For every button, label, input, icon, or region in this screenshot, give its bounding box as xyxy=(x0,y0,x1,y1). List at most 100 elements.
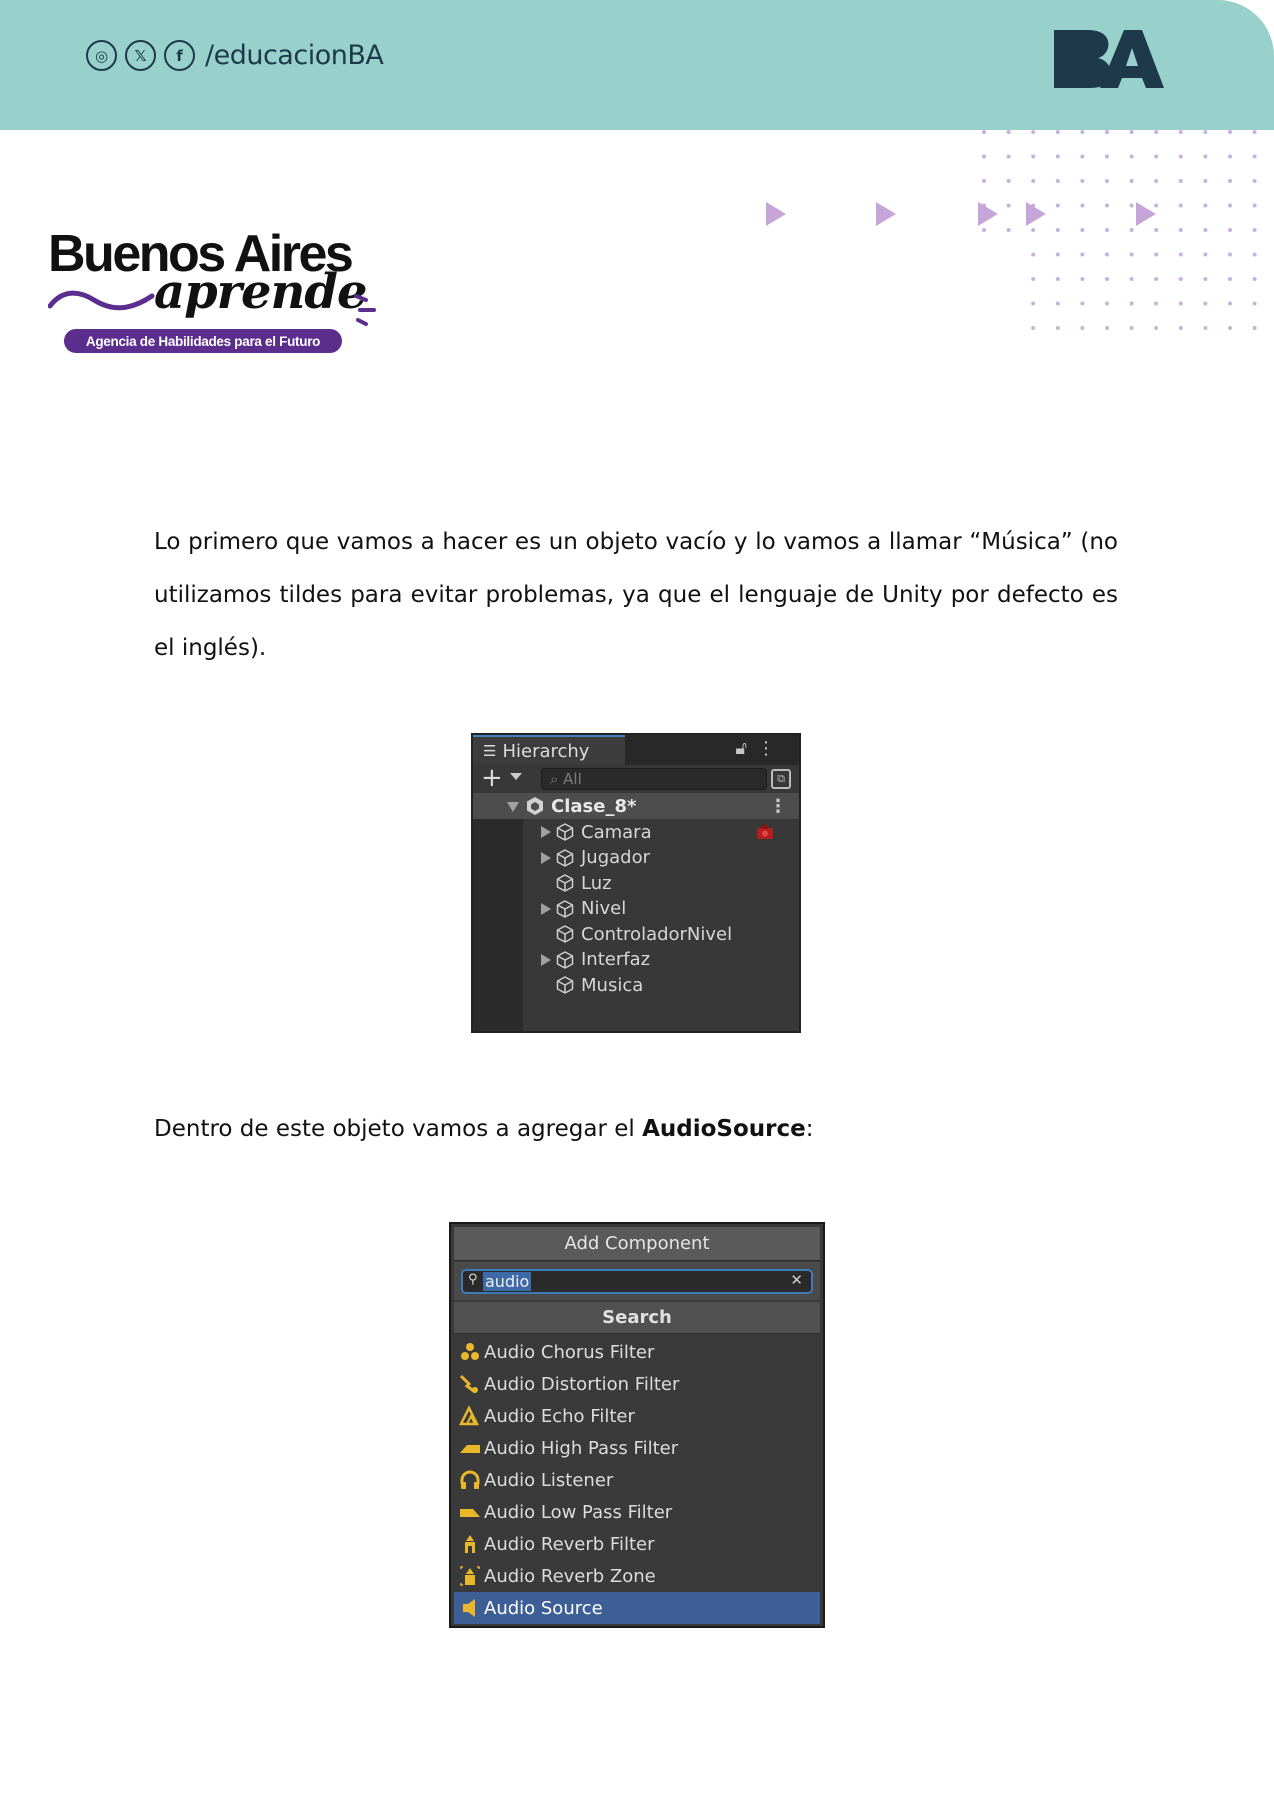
decorative-dot xyxy=(1252,154,1257,159)
decorative-dot xyxy=(1129,154,1134,159)
paragraph-intro: Lo primero que vamos a hacer es un objet… xyxy=(154,529,1118,661)
tab-hierarchy[interactable]: ☰ Hierarchy xyxy=(473,735,625,765)
add-component-search-input[interactable]: ⚲ audio ✕ xyxy=(461,1269,813,1294)
audio-echo-filter-icon xyxy=(459,1405,480,1426)
component-item-label: Audio Reverb Filter xyxy=(484,1533,655,1555)
decorative-dot xyxy=(1203,301,1208,306)
decorative-dot xyxy=(1080,130,1085,134)
hierarchy-item[interactable]: Luz xyxy=(523,870,799,896)
expand-arrow-icon[interactable] xyxy=(541,851,551,864)
hierarchy-item[interactable]: ControladorNivel xyxy=(523,921,799,947)
component-item[interactable]: Audio Chorus Filter xyxy=(454,1336,820,1368)
decorative-dot xyxy=(1105,228,1109,232)
expand-arrow-icon[interactable] xyxy=(541,953,551,966)
decorative-dot xyxy=(1178,326,1183,330)
expand-arrow-icon[interactable] xyxy=(541,826,551,838)
decorative-dot xyxy=(1129,277,1134,281)
more-options-icon[interactable]: ⋮ xyxy=(769,796,787,817)
gameobject-cube-icon xyxy=(556,823,574,841)
x-twitter-icon[interactable]: 𝕏 xyxy=(125,40,156,71)
hierarchy-item[interactable]: Nivel xyxy=(523,896,799,922)
lock-icon[interactable]: 🔓︎ xyxy=(735,738,757,759)
hierarchy-item-label: Jugador xyxy=(581,847,651,868)
decorative-dot xyxy=(1080,154,1085,159)
hierarchy-item[interactable]: Musica xyxy=(523,972,799,998)
scene-visibility-icon[interactable]: ⧉ xyxy=(771,769,791,789)
component-item-label: Audio Distortion Filter xyxy=(484,1373,680,1395)
chevron-down-icon[interactable] xyxy=(510,773,522,780)
decorative-dot xyxy=(1055,326,1060,330)
hierarchy-search-input[interactable]: ⌕ All xyxy=(541,768,767,790)
create-plus-button[interactable]: + xyxy=(481,763,503,793)
gameobject-cube-icon xyxy=(556,925,574,943)
component-item[interactable]: Audio Echo Filter xyxy=(454,1400,820,1432)
component-item[interactable]: Audio Reverb Zone xyxy=(454,1560,820,1592)
paragraph2-bold: AudioSource xyxy=(642,1116,806,1142)
more-options-icon[interactable]: ⋮ xyxy=(757,738,785,759)
decorative-dot xyxy=(1006,130,1011,134)
audio-distortion-filter-icon xyxy=(459,1374,478,1394)
hierarchy-item[interactable]: Camara xyxy=(523,819,799,845)
hierarchy-item-label: Luz xyxy=(581,872,612,894)
decorative-dot xyxy=(1178,277,1183,281)
add-component-search-bar: ⚲ audio ✕ xyxy=(454,1262,820,1300)
decorative-dot xyxy=(1080,277,1085,281)
decorative-dot-grid xyxy=(982,130,1257,330)
social-handle[interactable]: /educacionBA xyxy=(205,40,384,71)
component-item-selected[interactable]: Audio Source xyxy=(454,1592,820,1624)
decorative-dot xyxy=(1080,252,1085,257)
decorative-dot xyxy=(1055,130,1060,134)
buenos-aires-aprende-logo: Buenos Aires aprende Agencia de Habilida… xyxy=(48,228,388,358)
clear-icon[interactable]: ✕ xyxy=(790,1271,803,1289)
component-item[interactable]: Audio High Pass Filter xyxy=(454,1432,820,1464)
component-item[interactable]: Audio Reverb Filter xyxy=(454,1528,820,1560)
logo-script: aprende xyxy=(154,264,367,320)
hierarchy-gutter xyxy=(473,793,523,1031)
instagram-icon[interactable]: ◎ xyxy=(86,40,117,71)
facebook-icon[interactable]: f xyxy=(164,40,195,71)
component-item-label: Audio Echo Filter xyxy=(484,1405,635,1427)
search-section-header: Search xyxy=(454,1302,820,1334)
decorative-dot xyxy=(1129,252,1134,257)
component-item-label: Audio Source xyxy=(484,1597,603,1619)
decorative-dot xyxy=(1228,179,1232,183)
decorative-dot xyxy=(1228,228,1232,232)
list-icon: ☰ xyxy=(483,742,497,760)
decorative-dot xyxy=(1203,326,1208,330)
decorative-dot xyxy=(1055,301,1060,306)
scene-row[interactable]: Clase_8* ⋮ xyxy=(473,793,799,819)
social-links: ◎ 𝕏 f /educacionBA xyxy=(86,40,384,71)
logo-swirl xyxy=(48,290,155,311)
hierarchy-tab-label: Hierarchy xyxy=(502,740,590,762)
decorative-dot xyxy=(1105,203,1109,208)
expand-arrow-icon[interactable] xyxy=(507,801,519,812)
decorative-dot xyxy=(1080,301,1085,306)
hierarchy-tab-tools: 🔓︎⋮ xyxy=(735,738,785,759)
decorative-dot xyxy=(1203,228,1208,232)
hierarchy-item[interactable]: Interfaz xyxy=(523,947,799,973)
decorative-dot xyxy=(1154,130,1159,134)
paragraph2-colon: : xyxy=(805,1116,814,1142)
logo-spark xyxy=(354,294,376,326)
decorative-dot xyxy=(1105,301,1109,306)
decorative-dot xyxy=(1252,252,1257,257)
decorative-dot xyxy=(1228,252,1232,257)
decorative-dot xyxy=(1178,203,1183,208)
decorative-triangle xyxy=(1136,202,1156,226)
search-icon: ⚲ xyxy=(468,1272,478,1287)
component-item[interactable]: Audio Listener xyxy=(454,1464,820,1496)
component-item-label: Audio Chorus Filter xyxy=(484,1341,655,1363)
decorative-dot xyxy=(1228,130,1232,134)
decorative-dot xyxy=(1031,252,1036,257)
decorative-dot xyxy=(1031,301,1036,306)
component-item[interactable]: Audio Distortion Filter xyxy=(454,1368,820,1400)
expand-arrow-icon[interactable] xyxy=(541,902,551,915)
decorative-dot xyxy=(1031,179,1036,183)
decorative-dot xyxy=(1178,301,1183,306)
component-item[interactable]: Audio Low Pass Filter xyxy=(454,1496,820,1528)
unity-scene-icon xyxy=(527,797,543,815)
hierarchy-item[interactable]: Jugador xyxy=(523,845,799,871)
decorative-dot xyxy=(982,130,986,134)
decorative-dot xyxy=(1080,228,1085,232)
decorative-dot xyxy=(1031,228,1036,232)
